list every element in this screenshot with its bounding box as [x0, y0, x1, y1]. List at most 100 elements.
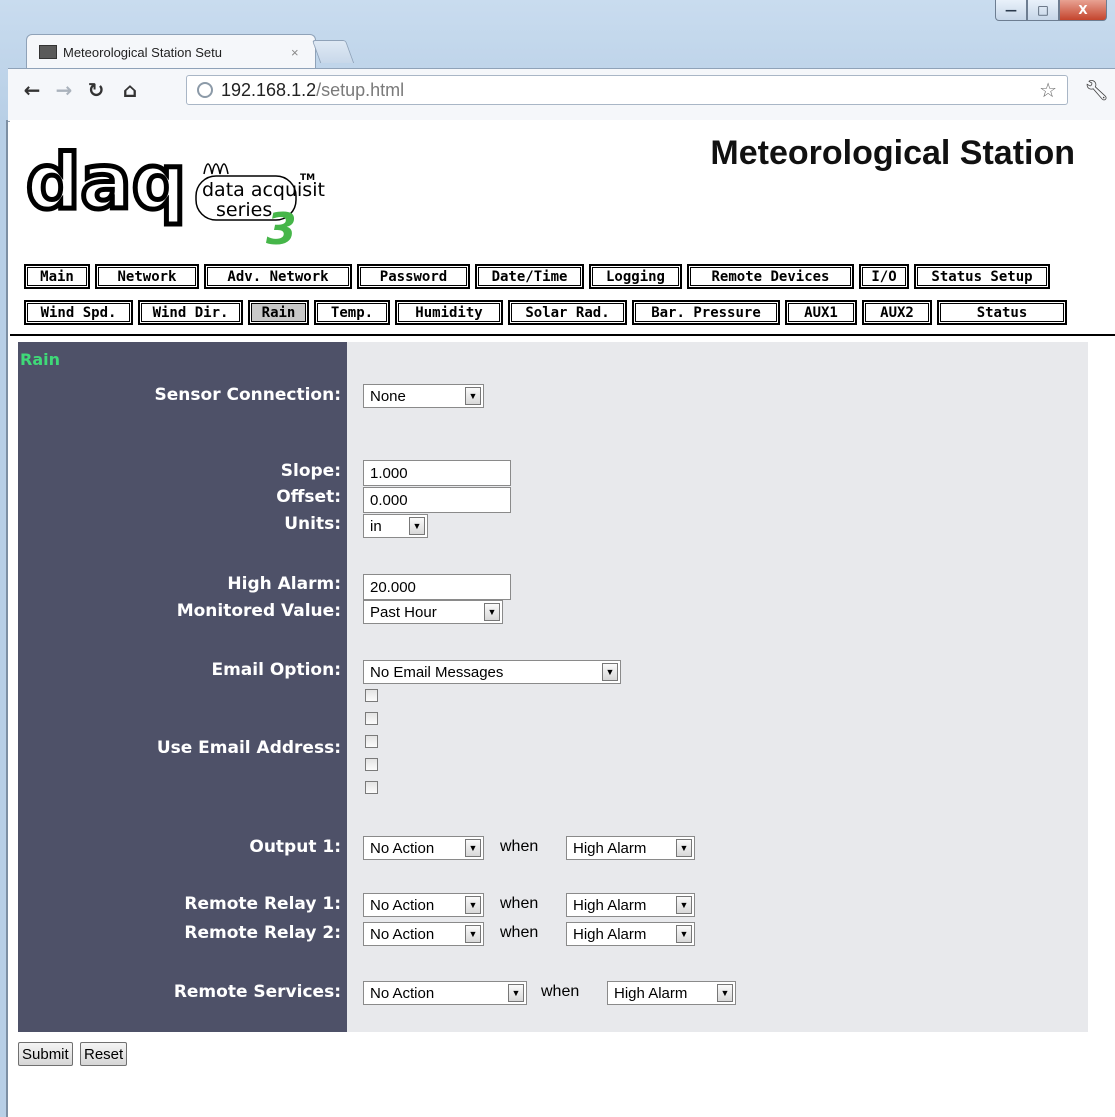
email-address-checkbox-2[interactable]: [365, 712, 378, 725]
nav-humidity[interactable]: Humidity: [395, 300, 503, 325]
logo-line2: series: [216, 199, 272, 221]
forward-arrow-icon[interactable]: →: [52, 77, 76, 103]
nav-main[interactable]: Main: [24, 264, 90, 289]
nav-password[interactable]: Password: [357, 264, 470, 289]
close-window-button[interactable]: X: [1059, 0, 1107, 21]
relay2-when-value: High Alarm: [573, 925, 647, 943]
chevron-down-icon[interactable]: ▼: [676, 896, 692, 914]
nav-network[interactable]: Network: [95, 264, 199, 289]
high-alarm-input[interactable]: 20.000: [363, 574, 511, 600]
nav-io[interactable]: I/O: [859, 264, 909, 289]
label-offset: Offset:: [276, 487, 341, 507]
relay1-when-select[interactable]: High Alarm ▼: [566, 893, 695, 917]
nav-logging[interactable]: Logging: [589, 264, 682, 289]
chevron-down-icon[interactable]: ▼: [465, 387, 481, 405]
chevron-down-icon[interactable]: ▼: [484, 603, 500, 621]
logo-tm: TM: [300, 173, 315, 183]
address-bar[interactable]: 192.168.1.2/setup.html ☆: [186, 75, 1068, 105]
email-address-checkbox-5[interactable]: [365, 781, 378, 794]
services-when-select[interactable]: High Alarm ▼: [607, 981, 736, 1005]
relay1-action-select[interactable]: No Action ▼: [363, 893, 484, 917]
chevron-down-icon[interactable]: ▼: [676, 839, 692, 857]
units-select[interactable]: in ▼: [363, 514, 428, 538]
monitored-value-value: Past Hour: [370, 603, 437, 621]
chevron-down-icon[interactable]: ▼: [465, 896, 481, 914]
label-high-alarm: High Alarm:: [227, 574, 341, 594]
chevron-down-icon[interactable]: ▼: [717, 984, 733, 1002]
nav-wind-dir[interactable]: Wind Dir.: [138, 300, 243, 325]
units-value: in: [370, 517, 382, 535]
nav-adv-network[interactable]: Adv. Network: [204, 264, 352, 289]
chevron-down-icon[interactable]: ▼: [508, 984, 524, 1002]
header-divider: [10, 334, 1115, 336]
relay2-when-select[interactable]: High Alarm ▼: [566, 922, 695, 946]
back-arrow-icon[interactable]: ←: [20, 77, 44, 103]
monitored-value-select[interactable]: Past Hour ▼: [363, 600, 503, 624]
label-units: Units:: [284, 514, 341, 534]
logo-number: 3: [266, 204, 297, 248]
offset-input[interactable]: 0.000: [363, 487, 511, 513]
nav-solar-rad[interactable]: Solar Rad.: [508, 300, 627, 325]
output1-action-select[interactable]: No Action ▼: [363, 836, 484, 860]
relay1-action-value: No Action: [370, 896, 435, 914]
tab-title: Meteorological Station Setu: [63, 44, 222, 60]
nav-aux2[interactable]: AUX2: [862, 300, 932, 325]
when-label: when: [500, 895, 539, 912]
browser-tab[interactable]: Meteorological Station Setu ×: [26, 34, 316, 69]
chevron-down-icon[interactable]: ▼: [409, 517, 425, 535]
label-remote-relay-2: Remote Relay 2:: [184, 923, 341, 943]
nav-remote-devices[interactable]: Remote Devices: [687, 264, 854, 289]
services-action-value: No Action: [370, 984, 435, 1002]
browser-chrome: — □ X Meteorological Station Setu × ← → …: [0, 0, 1115, 122]
email-option-value: No Email Messages: [370, 663, 504, 681]
chevron-down-icon[interactable]: ▼: [465, 925, 481, 943]
bookmark-star-icon[interactable]: ☆: [1039, 78, 1057, 103]
label-sensor-connection: Sensor Connection:: [154, 385, 341, 405]
maximize-button[interactable]: □: [1027, 0, 1059, 21]
email-address-checkbox-4[interactable]: [365, 758, 378, 771]
label-remote-relay-1: Remote Relay 1:: [184, 894, 341, 914]
wrench-icon[interactable]: 🔧︎: [1084, 78, 1109, 103]
nav-status[interactable]: Status: [937, 300, 1067, 325]
services-when-value: High Alarm: [614, 984, 688, 1002]
tab-close-icon[interactable]: ×: [291, 45, 305, 60]
services-action-select[interactable]: No Action ▼: [363, 981, 527, 1005]
slope-input[interactable]: 1.000: [363, 460, 511, 486]
submit-button[interactable]: Submit: [18, 1042, 73, 1066]
nav-date-time[interactable]: Date/Time: [475, 264, 584, 289]
when-label: when: [500, 924, 539, 941]
nav-temp[interactable]: Temp.: [314, 300, 390, 325]
globe-icon: [197, 82, 213, 98]
nav-bar-pressure[interactable]: Bar. Pressure: [632, 300, 780, 325]
browser-toolbar: ← → ↻ ⌂ 192.168.1.2/setup.html ☆ 🔧︎: [8, 68, 1115, 122]
sensor-connection-value: None: [370, 387, 406, 405]
url-path: /setup.html: [316, 79, 405, 100]
sensor-connection-select[interactable]: None ▼: [363, 384, 484, 408]
nav-aux1[interactable]: AUX1: [785, 300, 857, 325]
home-icon[interactable]: ⌂: [118, 77, 142, 103]
chevron-down-icon[interactable]: ▼: [676, 925, 692, 943]
email-address-checkbox-3[interactable]: [365, 735, 378, 748]
output1-action-value: No Action: [370, 839, 435, 857]
nav-rain[interactable]: Rain: [248, 300, 309, 325]
chevron-down-icon[interactable]: ▼: [465, 839, 481, 857]
email-option-select[interactable]: No Email Messages ▼: [363, 660, 621, 684]
label-email-option: Email Option:: [211, 660, 341, 680]
page-title: Meteorological Station: [710, 134, 1075, 172]
new-tab-button[interactable]: [311, 40, 355, 63]
reload-icon[interactable]: ↻: [84, 77, 108, 103]
daq-logo: daq data acquisition series TM 3: [24, 135, 354, 256]
relay2-action-select[interactable]: No Action ▼: [363, 922, 484, 946]
output1-when-select[interactable]: High Alarm ▼: [566, 836, 695, 860]
minimize-button[interactable]: —: [995, 0, 1027, 21]
label-use-email-address: Use Email Address:: [156, 738, 341, 758]
reset-button[interactable]: Reset: [80, 1042, 128, 1066]
email-address-checkbox-1[interactable]: [365, 689, 378, 702]
output1-when-value: High Alarm: [573, 839, 647, 857]
page-favicon-icon: [39, 45, 57, 59]
url-host: 192.168.1.2: [221, 79, 317, 100]
chevron-down-icon[interactable]: ▼: [602, 663, 618, 681]
label-slope: Slope:: [280, 461, 341, 481]
nav-wind-spd[interactable]: Wind Spd.: [24, 300, 133, 325]
nav-status-setup[interactable]: Status Setup: [914, 264, 1050, 289]
